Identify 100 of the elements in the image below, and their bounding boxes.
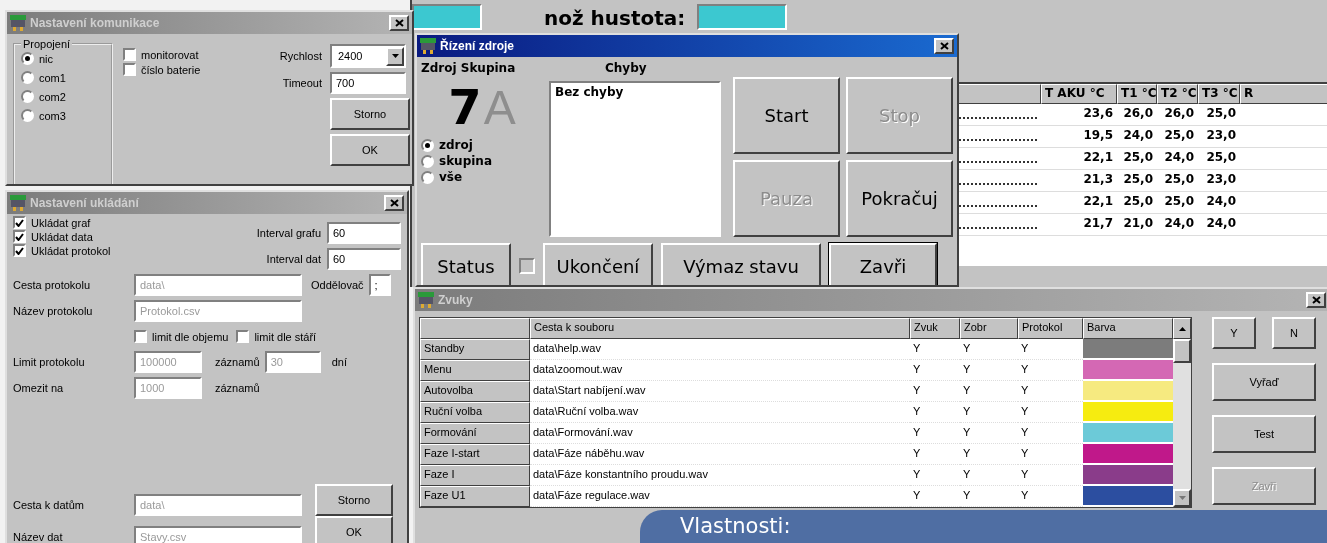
table-cell: Y (960, 423, 1018, 444)
close-button[interactable] (1306, 292, 1326, 308)
button[interactable]: Vyřaď (1212, 363, 1316, 401)
column-header: Protokol (1018, 318, 1083, 339)
table-cell: Y (910, 360, 960, 381)
field-label: Interval dat (266, 253, 321, 265)
button[interactable]: Storno (330, 98, 410, 130)
list-item: Bez chyby (555, 85, 625, 99)
field-label: Název protokolu (13, 305, 94, 317)
checkbox[interactable] (236, 330, 250, 343)
close-button[interactable] (389, 15, 409, 31)
radio-button[interactable] (21, 52, 34, 65)
close-icon (939, 42, 949, 50)
window-title: Nastavení komunikace (30, 16, 161, 30)
checkbox-label: monitorovat (141, 48, 199, 61)
column-header: T1 °C (1117, 84, 1157, 104)
button[interactable]: Výmaz stavu (661, 243, 821, 285)
table-cell: 25,0 (1157, 126, 1198, 148)
table-cell: 25,0 (1157, 170, 1198, 192)
input-field[interactable]: 700 (330, 72, 406, 94)
table-cell: data\help.wav (530, 339, 910, 360)
checkbox[interactable] (13, 230, 26, 243)
radio-label: com1 (39, 71, 66, 84)
table-cell: 19,5 (1041, 126, 1117, 148)
button[interactable]: Status (421, 243, 511, 285)
checkbox-label: Ukládat graf (31, 216, 91, 229)
table-cell: Y (910, 339, 960, 360)
checkbox[interactable] (13, 244, 26, 257)
button[interactable]: OK (315, 516, 393, 543)
row-header[interactable]: Ruční volba (420, 402, 530, 423)
column-header: T3 °C (1198, 84, 1240, 104)
column-header: Zvuk (910, 318, 960, 339)
button[interactable]: Storno (315, 484, 393, 516)
table-cell: 26,0 (1157, 104, 1198, 126)
table-cell: Y (960, 360, 1018, 381)
dropdown-button[interactable] (386, 46, 404, 66)
checkbox[interactable] (123, 63, 136, 76)
scroll-thumb[interactable] (1173, 339, 1191, 363)
table-cell: data\Fáze regulace.wav (530, 486, 910, 507)
table-cell: data\Start nabíjení.wav (530, 381, 910, 402)
app-icon (418, 292, 434, 308)
radio-button[interactable] (21, 71, 34, 84)
radio-label: com3 (39, 109, 66, 122)
input-field[interactable]: 60 (327, 222, 401, 244)
scroll-up-icon (1178, 326, 1186, 331)
button[interactable]: Test (1212, 415, 1316, 453)
button[interactable]: Pokračuj (846, 160, 953, 237)
column-header: Cesta k souboru (530, 318, 910, 339)
table-cell: Y (910, 486, 960, 507)
dropdown-value: 2400 (338, 50, 363, 62)
input-field[interactable]: ; (368, 274, 391, 296)
button[interactable]: N (1272, 317, 1316, 349)
table-cell: 22,1 (1041, 148, 1117, 170)
row-header[interactable]: Autovolba (420, 381, 530, 402)
table-cell: 25,0 (1117, 192, 1157, 214)
radio-button[interactable] (421, 170, 434, 184)
checkbox-label: Ukládat data (31, 230, 93, 243)
checkbox[interactable] (123, 48, 136, 61)
app-icon (10, 15, 26, 31)
close-button[interactable] (384, 195, 404, 211)
checkbox[interactable] (519, 258, 535, 274)
table-cell: 24,0 (1157, 148, 1198, 170)
value-field (412, 4, 482, 30)
column-label: Chyby (604, 61, 648, 75)
speed-dropdown[interactable]: 2400 (330, 44, 406, 68)
close-icon (394, 19, 404, 27)
radio-button[interactable] (21, 109, 34, 122)
row-header[interactable]: Standby (420, 339, 530, 360)
scroll-down-button[interactable] (1173, 489, 1191, 507)
value-field[interactable] (697, 4, 788, 30)
checkbox[interactable] (13, 216, 26, 229)
radio-button[interactable] (421, 154, 434, 168)
radio-button[interactable] (421, 138, 434, 152)
table-cell: Y (960, 444, 1018, 465)
checkbox[interactable] (134, 330, 147, 343)
button[interactable]: OK (330, 134, 410, 166)
window-title: Zvuky (438, 293, 474, 307)
button[interactable]: Ukončení (543, 243, 653, 285)
table-cell: data\Fáze konstantního proudu.wav (530, 465, 910, 486)
row-header[interactable]: Formování (420, 423, 530, 444)
field-label: Omezit na (13, 382, 65, 394)
button[interactable]: Start (733, 77, 840, 154)
checkbox-label: limit dle stáří (254, 330, 317, 343)
radio-label: zdroj (439, 138, 473, 152)
button[interactable]: Y (1212, 317, 1256, 349)
radio-label: com2 (39, 90, 66, 103)
table-cell: Y (960, 339, 1018, 360)
column-header: Barva (1083, 318, 1173, 339)
row-header[interactable]: Faze I-start (420, 444, 530, 465)
radio-label: skupina (439, 154, 492, 168)
close-button[interactable] (934, 38, 954, 54)
row-header[interactable]: Menu (420, 360, 530, 381)
button[interactable]: Zavři (829, 243, 937, 285)
table-cell: Y (910, 423, 960, 444)
column-label: Zdroj Skupina (421, 61, 517, 75)
input-field[interactable]: 60 (327, 248, 401, 270)
table-cell: 21,3 (1041, 170, 1117, 192)
row-header[interactable]: Faze U1 (420, 486, 530, 507)
radio-button[interactable] (21, 90, 34, 103)
row-header[interactable]: Faze I (420, 465, 530, 486)
